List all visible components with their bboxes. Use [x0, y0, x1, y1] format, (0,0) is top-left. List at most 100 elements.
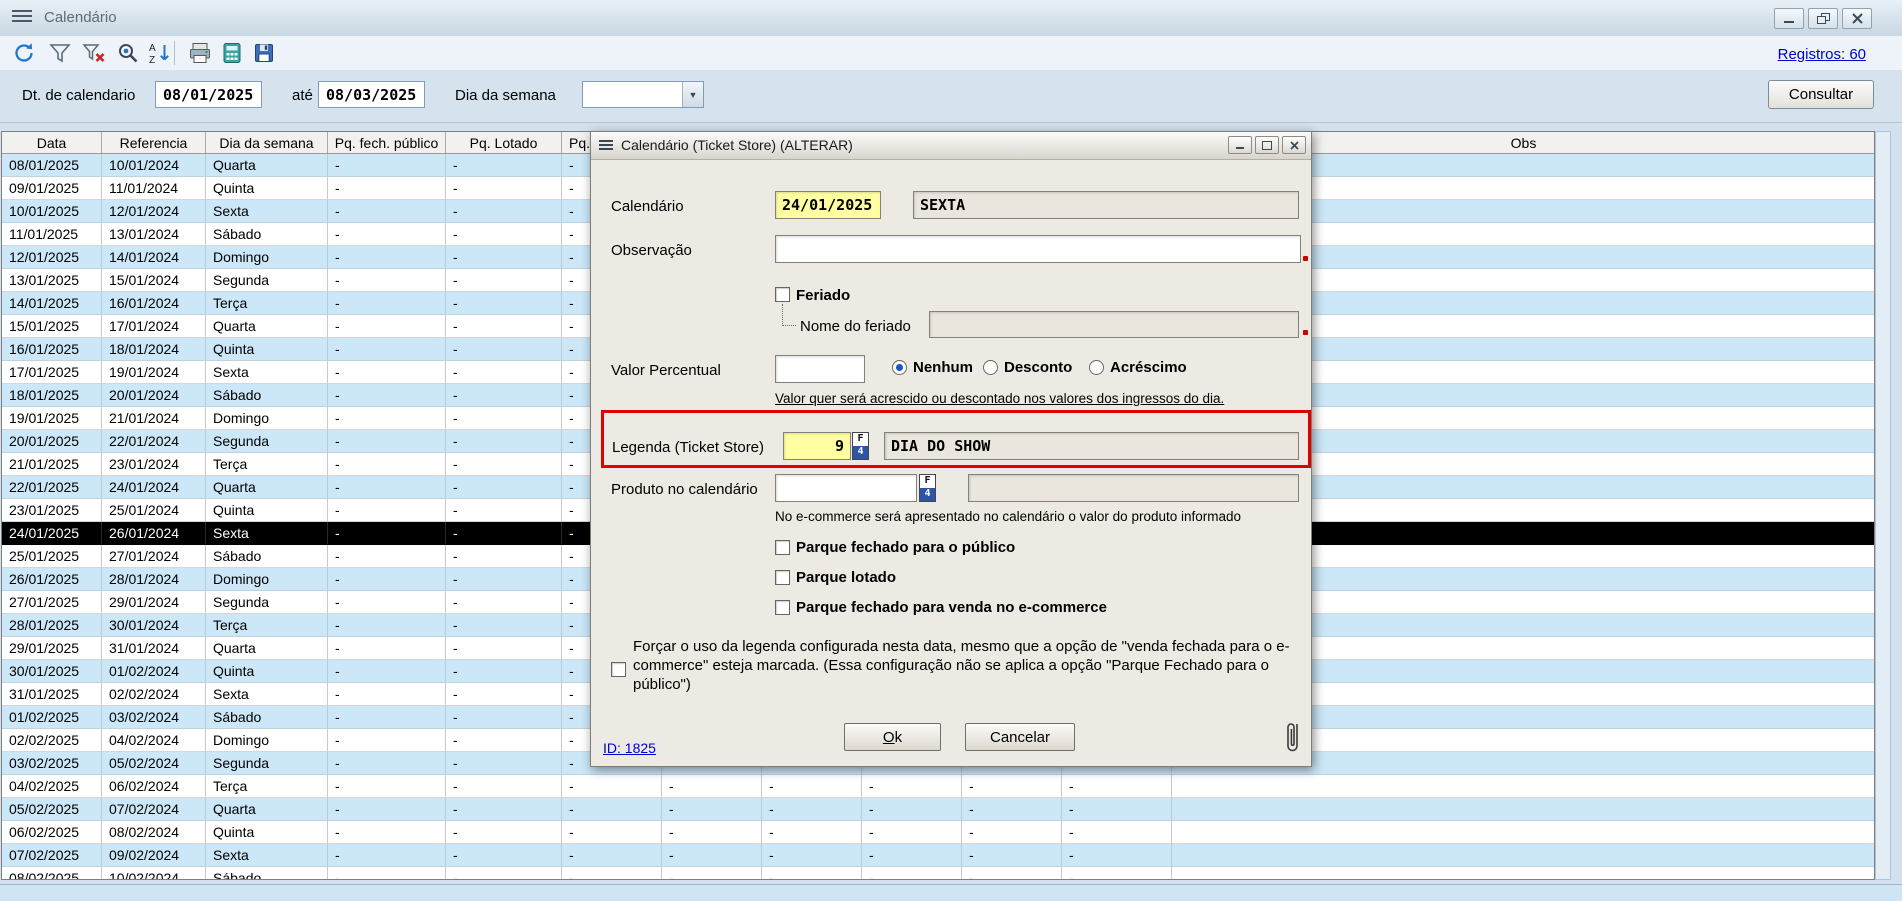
column-header[interactable]: Referencia	[102, 132, 206, 153]
table-cell: -	[562, 867, 662, 880]
table-cell: 21/01/2024	[102, 407, 206, 430]
table-cell: -	[328, 660, 446, 683]
table-cell: -	[328, 614, 446, 637]
ok-button[interactable]: Ok	[844, 723, 941, 751]
table-cell: 29/01/2024	[102, 591, 206, 614]
close-button[interactable]	[1842, 8, 1872, 29]
dialog-minimize-button[interactable]	[1228, 136, 1252, 154]
vertical-scrollbar[interactable]	[1875, 131, 1891, 880]
table-cell: -	[328, 453, 446, 476]
forcar-legenda-checkbox[interactable]	[611, 662, 626, 677]
filter-button[interactable]	[46, 40, 74, 66]
dialog-titlebar[interactable]: Calendário (Ticket Store) (ALTERAR)	[591, 132, 1311, 160]
filter-bar: Dt. de calendario até Dia da semana ▼ Co…	[0, 70, 1902, 123]
table-cell: 15/01/2025	[2, 315, 102, 338]
table-cell: 04/02/2025	[2, 775, 102, 798]
table-cell: 21/01/2025	[2, 453, 102, 476]
table-cell: Segunda	[206, 591, 328, 614]
parque-lotado-checkbox[interactable]	[775, 570, 790, 585]
paperclip-icon[interactable]	[1284, 720, 1304, 756]
table-cell: Quarta	[206, 476, 328, 499]
table-cell: -	[446, 752, 562, 775]
table-cell: -	[446, 775, 562, 798]
window-titlebar: Calendário	[0, 0, 1902, 37]
table-cell: -	[446, 522, 562, 545]
table-cell: -	[662, 798, 762, 821]
table-cell: -	[446, 200, 562, 223]
table-row[interactable]: 05/02/202507/02/2024Quarta--------	[2, 798, 1874, 821]
date-from-input[interactable]	[155, 81, 262, 108]
nome-feriado-input[interactable]	[929, 311, 1299, 338]
clear-filter-button[interactable]	[80, 40, 108, 66]
table-cell: -	[446, 384, 562, 407]
close-icon	[1290, 141, 1299, 150]
table-cell: -	[328, 430, 446, 453]
column-header[interactable]: Data	[2, 132, 102, 153]
radio-acrescimo[interactable]	[1089, 360, 1104, 375]
column-header[interactable]: Dia da semana	[206, 132, 328, 153]
weekday-select[interactable]: ▼	[582, 81, 704, 108]
table-cell: 02/02/2025	[2, 729, 102, 752]
search-button[interactable]	[114, 40, 142, 66]
chevron-down-icon[interactable]: ▼	[682, 82, 703, 107]
dialog-maximize-button[interactable]	[1255, 136, 1279, 154]
consultar-button[interactable]: Consultar	[1768, 80, 1874, 109]
feriado-checkbox[interactable]	[775, 287, 790, 302]
legenda-code-field[interactable]: 9	[783, 432, 851, 460]
table-row[interactable]: 07/02/202509/02/2024Sexta--------	[2, 844, 1874, 867]
table-cell: Quarta	[206, 637, 328, 660]
table-cell: -	[328, 384, 446, 407]
radio-nenhum[interactable]	[892, 360, 907, 375]
table-cell: 20/01/2025	[2, 430, 102, 453]
f4-lookup-button[interactable]: F 4	[852, 432, 869, 460]
observacao-input[interactable]	[775, 235, 1301, 263]
sort-button[interactable]: AZ	[146, 40, 174, 66]
record-id-link[interactable]: ID: 1825	[603, 740, 656, 756]
produto-helper-text: No e-commerce será apresentado no calend…	[775, 509, 1241, 524]
table-cell: 25/01/2025	[2, 545, 102, 568]
registros-link[interactable]: Registros: 60	[1778, 46, 1866, 63]
radio-desconto[interactable]	[983, 360, 998, 375]
save-button[interactable]	[250, 40, 278, 66]
f4-lookup-button[interactable]: F 4	[919, 474, 936, 502]
table-cell	[1172, 775, 1875, 798]
column-header[interactable]: Pq. Lotado	[446, 132, 562, 153]
table-row[interactable]: 06/02/202508/02/2024Quinta--------	[2, 821, 1874, 844]
cancel-button[interactable]: Cancelar	[965, 723, 1075, 751]
table-cell: 17/01/2025	[2, 361, 102, 384]
calendario-label: Calendário	[611, 198, 684, 215]
table-row[interactable]: 04/02/202506/02/2024Terça--------	[2, 775, 1874, 798]
minimize-button[interactable]	[1774, 8, 1804, 29]
date-to-input[interactable]	[318, 81, 425, 108]
column-header[interactable]: Pq. fech. público	[328, 132, 446, 153]
parque-lotado-label: Parque lotado	[796, 569, 896, 586]
table-cell: -	[446, 407, 562, 430]
table-cell: 27/01/2025	[2, 591, 102, 614]
print-button[interactable]	[186, 40, 214, 66]
table-cell: 02/02/2024	[102, 683, 206, 706]
refresh-button[interactable]	[10, 40, 38, 66]
observacao-label: Observação	[611, 242, 692, 259]
calendario-date-field[interactable]: 24/01/2025	[775, 191, 881, 219]
valor-percentual-input[interactable]	[775, 355, 865, 383]
save-icon	[252, 41, 276, 65]
table-row[interactable]: 08/02/202510/02/2024Sábado--------	[2, 867, 1874, 880]
table-cell: -	[446, 246, 562, 269]
table-cell: Terça	[206, 775, 328, 798]
table-cell: 08/01/2025	[2, 154, 102, 177]
produto-input[interactable]	[775, 474, 917, 502]
radio-acrescimo-label: Acréscimo	[1110, 359, 1187, 376]
table-cell: -	[328, 361, 446, 384]
connector-line	[782, 304, 796, 326]
table-cell: 06/02/2024	[102, 775, 206, 798]
restore-button[interactable]	[1808, 8, 1838, 29]
table-cell: 20/01/2024	[102, 384, 206, 407]
menu-icon[interactable]	[12, 10, 32, 26]
parque-fechado-ecommerce-checkbox[interactable]	[775, 600, 790, 615]
calculator-button[interactable]	[218, 40, 246, 66]
table-cell	[1172, 798, 1875, 821]
horizontal-scrollbar[interactable]	[0, 884, 1902, 901]
table-cell: -	[328, 775, 446, 798]
dialog-close-button[interactable]	[1282, 136, 1306, 154]
parque-fechado-publico-checkbox[interactable]	[775, 540, 790, 555]
